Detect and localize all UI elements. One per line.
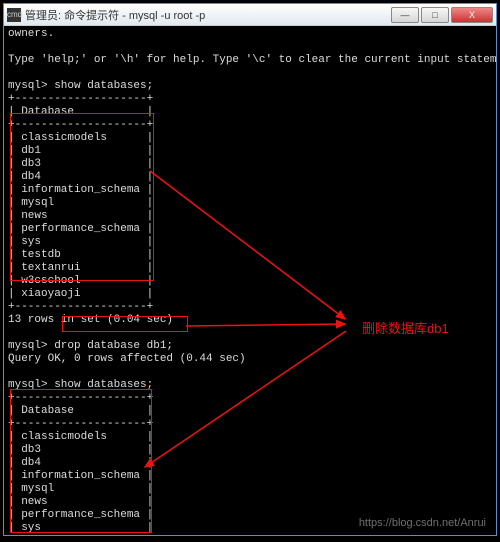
terminal-line: | db3 | (8, 444, 492, 457)
terminal-line (8, 366, 492, 379)
titlebar[interactable]: cmd 管理员: 命令提示符 - mysql -u root -p — □ X (4, 4, 496, 26)
terminal-line: Query OK, 0 rows affected (0.44 sec) (8, 353, 492, 366)
terminal-line: +--------------------+ (8, 301, 492, 314)
terminal-line: | db4 | (8, 457, 492, 470)
terminal-line: mysql> show databases; (8, 80, 492, 93)
terminal-line: Type 'help;' or '\h' for help. Type '\c'… (8, 54, 492, 67)
terminal-line: | Database | (8, 106, 492, 119)
terminal-line: | classicmodels | (8, 132, 492, 145)
terminal-line: mysql> show databases; (8, 379, 492, 392)
terminal-line (8, 41, 492, 54)
terminal-line: | db4 | (8, 171, 492, 184)
terminal-line: +--------------------+ (8, 93, 492, 106)
watermark-text: https://blog.csdn.net/Anrui (359, 517, 486, 529)
terminal-line: | classicmodels | (8, 431, 492, 444)
annotation-label: 删除数据库db1 (362, 318, 449, 337)
terminal-line: | db3 | (8, 158, 492, 171)
terminal-line: | performance_schema | (8, 223, 492, 236)
terminal-line: | news | (8, 210, 492, 223)
terminal-line: +--------------------+ (8, 392, 492, 405)
terminal-line: +--------------------+ (8, 119, 492, 132)
terminal-window: cmd 管理员: 命令提示符 - mysql -u root -p — □ X … (3, 3, 497, 536)
maximize-button[interactable]: □ (421, 7, 449, 23)
terminal-line: | testdb | (8, 535, 492, 536)
terminal-line: | Database | (8, 405, 492, 418)
terminal-output[interactable]: owners. Type 'help;' or '\h' for help. T… (4, 26, 496, 536)
terminal-line: | information_schema | (8, 470, 492, 483)
terminal-line: | sys | (8, 236, 492, 249)
terminal-line: owners. (8, 28, 492, 41)
terminal-line: | mysql | (8, 483, 492, 496)
terminal-line: | testdb | (8, 249, 492, 262)
minimize-button[interactable]: — (391, 7, 419, 23)
close-button[interactable]: X (451, 7, 493, 23)
terminal-line: | w3cschool | (8, 275, 492, 288)
terminal-line: | mysql | (8, 197, 492, 210)
terminal-line: +--------------------+ (8, 418, 492, 431)
terminal-line: | xiaoyaoji | (8, 288, 492, 301)
terminal-line: | db1 | (8, 145, 492, 158)
window-title: 管理员: 命令提示符 - mysql -u root -p (25, 7, 389, 23)
terminal-line: mysql> drop database db1; (8, 340, 492, 353)
window-buttons: — □ X (389, 7, 493, 23)
terminal-line (8, 67, 492, 80)
terminal-line: | information_schema | (8, 184, 492, 197)
terminal-line: | news | (8, 496, 492, 509)
terminal-line: | textanrui | (8, 262, 492, 275)
app-icon: cmd (7, 8, 21, 22)
